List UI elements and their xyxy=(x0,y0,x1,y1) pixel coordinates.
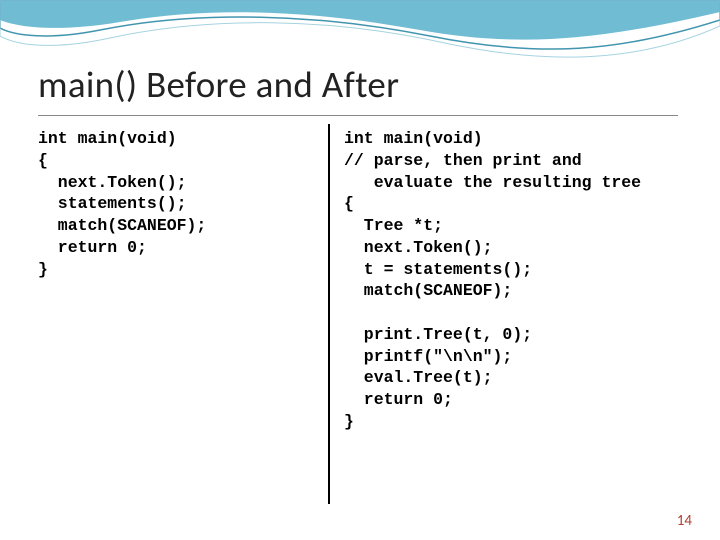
code-before: int main(void) { next.Token(); statement… xyxy=(38,128,328,504)
title-underline xyxy=(38,115,678,116)
content-columns: int main(void) { next.Token(); statement… xyxy=(38,128,682,504)
code-after: int main(void) // parse, then print and … xyxy=(330,128,682,504)
page-number: 14 xyxy=(677,512,692,530)
slide-title: main() Before and After xyxy=(38,62,399,107)
header-wave-decoration xyxy=(0,0,720,70)
